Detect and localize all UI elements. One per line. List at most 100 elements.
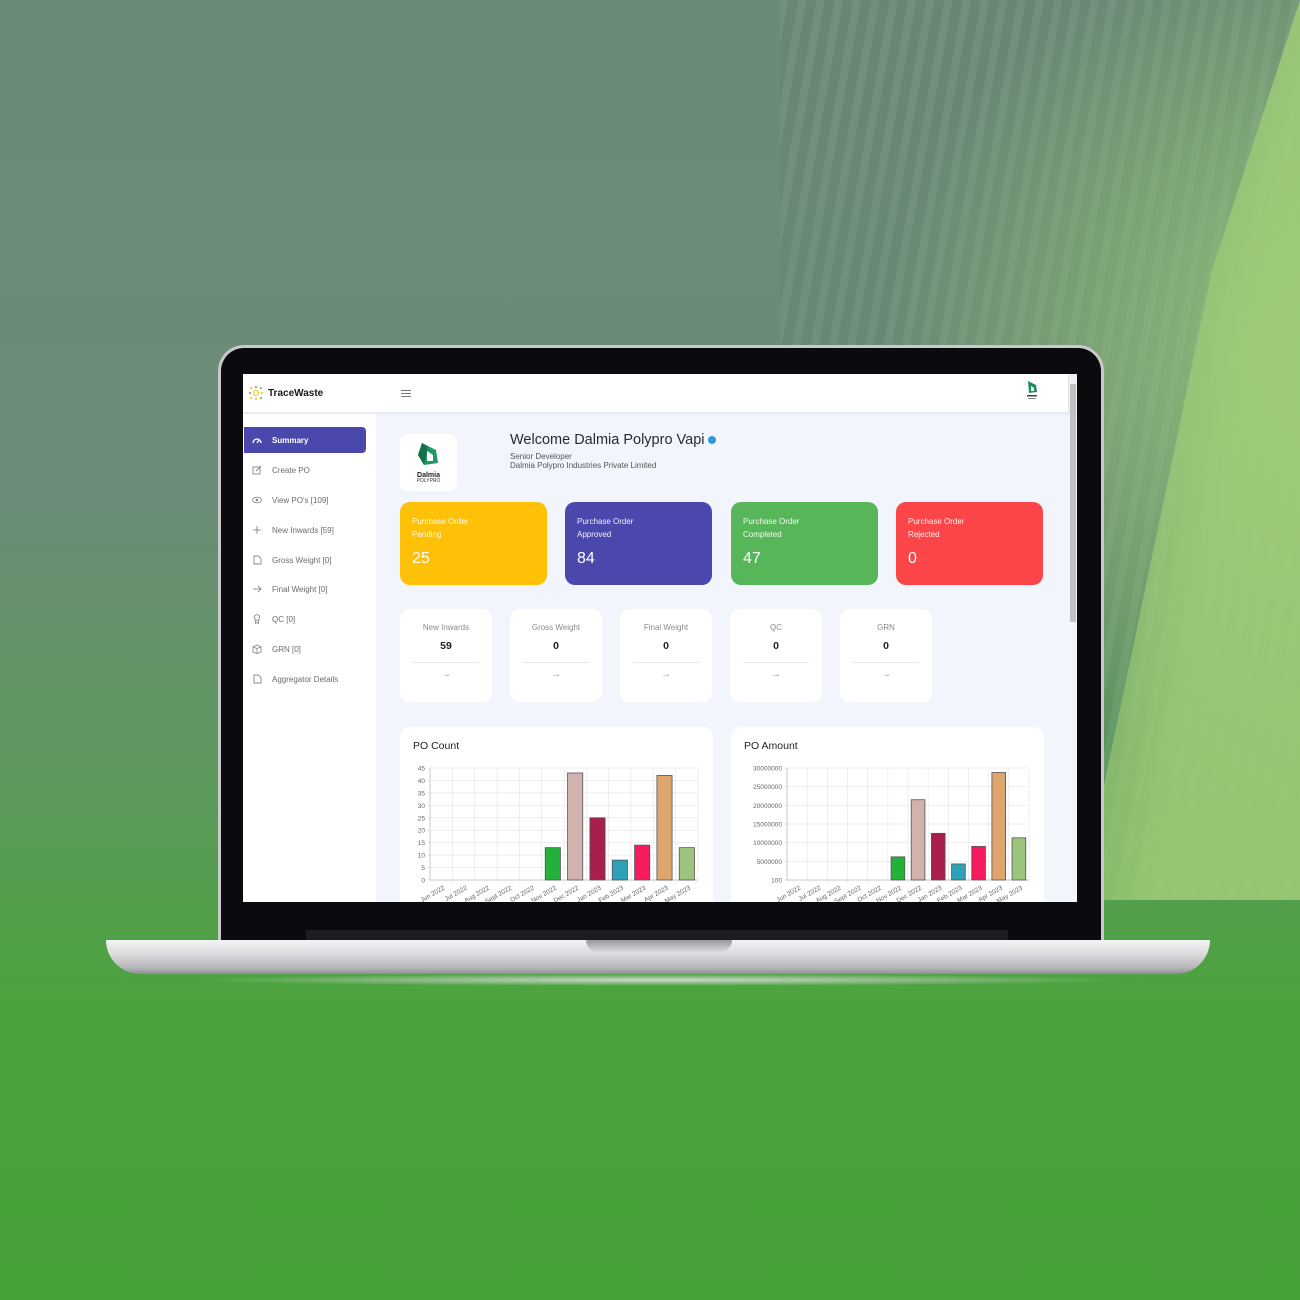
y-tick-label: 30 <box>418 803 426 810</box>
y-tick-label: 20000000 <box>753 803 782 810</box>
mini-card-new-inwards[interactable]: New Inwards 59 → <box>400 609 492 702</box>
arrow-right-icon[interactable]: → <box>730 669 822 680</box>
sidebar-item-grn[interactable]: GRN [0] <box>244 636 366 662</box>
welcome-block: Welcome Dalmia Polypro Vapi Senior Devel… <box>510 432 717 470</box>
mini-card-label: GRN <box>877 623 895 632</box>
recycle-logo-icon <box>417 443 438 465</box>
verified-badge-icon <box>708 436 717 444</box>
brand[interactable]: TraceWaste <box>249 386 399 400</box>
mini-card-value: 0 <box>883 640 889 652</box>
stat-label: Approved <box>577 530 612 539</box>
bar <box>910 799 926 881</box>
bar <box>611 859 628 881</box>
stat-card-approved[interactable]: Purchase Order Approved 84 <box>565 502 712 585</box>
bar <box>1011 837 1027 881</box>
stat-label: Purchase Order <box>743 517 800 526</box>
mini-card-value: 0 <box>773 640 779 652</box>
y-tick-label: 100 <box>771 878 782 885</box>
stat-label: Purchase Order <box>412 517 469 526</box>
x-tick-label: May 2023 <box>664 884 693 902</box>
bar <box>634 844 651 881</box>
sidebar-item-label: GRN [0] <box>272 644 301 654</box>
document-icon <box>252 555 262 565</box>
sidebar-item-label: Summary <box>272 435 309 445</box>
bar <box>656 775 673 881</box>
stat-label: Pending <box>412 530 442 539</box>
app-name: TraceWaste <box>268 387 324 399</box>
bar <box>951 863 966 881</box>
sidebar-item-aggregator-details[interactable]: Aggregator Details <box>244 666 366 692</box>
menu-toggle-icon[interactable] <box>401 389 411 397</box>
bar <box>971 846 986 881</box>
y-tick-label: 45 <box>418 766 426 773</box>
welcome-text: Welcome Dalmia Polypro Vapi <box>510 432 705 448</box>
sidebar-item-summary[interactable]: Summary <box>244 427 366 453</box>
mini-card-label: QC <box>770 623 782 632</box>
stat-label: Purchase Order <box>908 517 965 526</box>
sidebar-item-create-po[interactable]: Create PO <box>244 457 366 483</box>
y-tick-label: 35 <box>418 790 426 797</box>
bar <box>991 772 1007 881</box>
arrow-right-icon[interactable]: → <box>840 669 932 680</box>
edit-icon <box>252 465 262 475</box>
mini-card-gross-weight[interactable]: Gross Weight 0 → <box>510 609 602 702</box>
app-screen: TraceWaste Summary Create PO View PO's [… <box>243 374 1077 902</box>
sidebar-item-label: View PO's [109] <box>272 495 329 505</box>
user-role: Senior Developer <box>510 452 572 461</box>
sidebar-item-label: QC [0] <box>272 614 296 624</box>
stat-value: 0 <box>908 550 917 567</box>
scrollbar-thumb[interactable] <box>1070 384 1076 622</box>
company-logo-icon[interactable] <box>1025 380 1039 402</box>
stat-value: 25 <box>412 550 430 567</box>
stat-card-rejected[interactable]: Purchase Order Rejected 0 <box>896 502 1043 585</box>
bar <box>544 847 561 881</box>
divider <box>853 662 919 663</box>
po-amount-chart-card: PO Amount 100 5000000 10000000 15000000 2000… <box>731 727 1044 902</box>
y-tick-label: 5000000 <box>757 859 783 866</box>
stat-label: Purchase Order <box>577 517 634 526</box>
arrow-right-icon[interactable]: → <box>620 669 712 680</box>
sidebar-item-label: Final Weight [0] <box>272 584 328 594</box>
mini-card-label: Final Weight <box>643 623 689 632</box>
laptop-notch <box>586 940 732 952</box>
arrow-right-icon <box>252 584 262 594</box>
vertical-scrollbar[interactable] <box>1068 374 1077 622</box>
laptop-shadow <box>190 974 1130 986</box>
mini-card-label: Gross Weight <box>531 623 581 632</box>
y-tick-label: 0 <box>421 878 425 885</box>
sidebar-item-final-weight[interactable]: Final Weight [0] <box>244 576 366 602</box>
mini-card-grn[interactable]: GRN 0 → <box>840 609 932 702</box>
y-tick-label: 10 <box>418 853 426 860</box>
arrow-right-icon[interactable]: → <box>510 669 602 680</box>
stat-card-completed[interactable]: Purchase Order Completed 47 <box>731 502 878 585</box>
bar <box>678 847 695 881</box>
dashboard-icon <box>252 435 262 445</box>
bar <box>567 772 584 881</box>
logo-subtext: POLYPRO <box>416 478 441 484</box>
sidebar-item-view-pos[interactable]: View PO's [109] <box>244 487 366 513</box>
mini-card-final-weight[interactable]: Final Weight 0 → <box>620 609 712 702</box>
mini-card-label: New Inwards <box>422 623 470 632</box>
arrow-right-icon[interactable]: → <box>400 669 492 680</box>
sidebar-item-gross-weight[interactable]: Gross Weight [0] <box>244 547 366 573</box>
divider <box>413 662 479 663</box>
top-bar: TraceWaste <box>243 374 1077 622</box>
y-tick-label: 15 <box>418 840 426 847</box>
y-tick-label: 30000000 <box>753 766 782 773</box>
sidebar-item-label: Gross Weight [0] <box>272 555 332 565</box>
stat-label: Rejected <box>908 530 940 539</box>
po-count-chart-card: PO Count 0 5 10 15 20 25 30 35 40 45 Jun 2022 Jul 2… <box>400 727 713 902</box>
mini-card-qc[interactable]: QC 0 → <box>730 609 822 702</box>
stat-card-pending[interactable]: Purchase Order Pending 25 <box>400 502 547 585</box>
sidebar-item-new-inwards[interactable]: New Inwards [59] <box>244 517 366 543</box>
background-wave-highlight <box>1080 0 1300 900</box>
bar <box>890 856 906 881</box>
y-tick-label: 15000000 <box>753 822 782 829</box>
bar <box>930 832 946 881</box>
box-icon <box>252 644 262 654</box>
y-tick-label: 10000000 <box>753 840 782 847</box>
stat-value: 47 <box>743 550 761 567</box>
y-tick-label: 25000000 <box>753 784 782 791</box>
sidebar-item-qc[interactable]: QC [0] <box>244 606 366 632</box>
welcome-heading: Welcome Dalmia Polypro Vapi <box>510 432 717 448</box>
